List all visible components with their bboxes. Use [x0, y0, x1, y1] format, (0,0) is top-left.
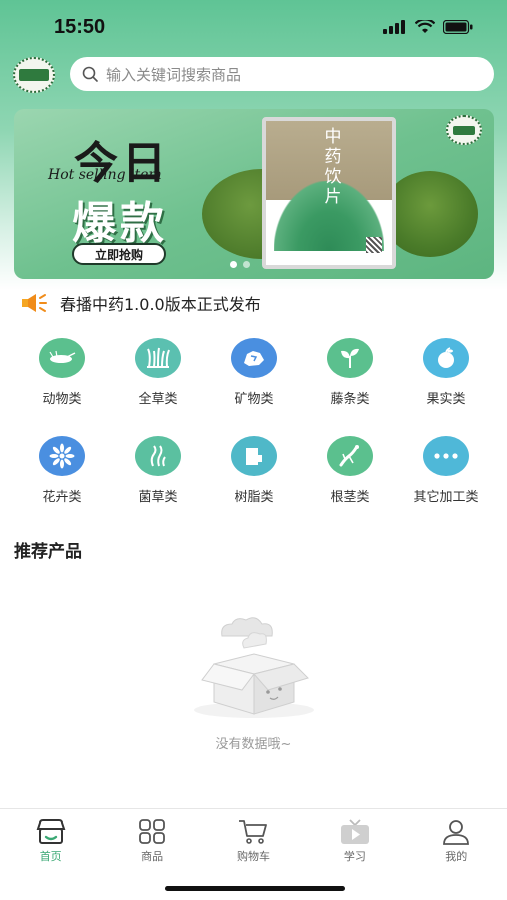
tab-label: 购物车: [236, 850, 270, 863]
status-time: 15:50: [54, 16, 106, 38]
app-logo: [13, 57, 55, 93]
package-label: 中药饮片: [324, 127, 342, 207]
category-grid: 动物类 全草类 矿物类 藤条类 果实类 花卉类 菌草类 树脂类 根茎类 其它加工…: [14, 338, 494, 514]
category-resin[interactable]: 树脂类: [206, 436, 302, 514]
seaweed-icon: [135, 436, 181, 476]
battery-icon: [443, 20, 473, 34]
category-label: 藤条类: [330, 392, 370, 407]
empty-state-text: 没有数据哦~: [215, 737, 292, 752]
resin-icon: [231, 436, 277, 476]
category-mineral[interactable]: 矿物类: [206, 338, 302, 416]
home-icon: [36, 819, 66, 844]
herb-pile-image: [382, 171, 478, 257]
brand-badge-icon: [446, 115, 482, 145]
buy-now-button[interactable]: 立即抢购: [72, 243, 166, 265]
signal-icon: [383, 20, 405, 34]
category-other-processed[interactable]: 其它加工类: [398, 436, 494, 514]
banner-pagination: [230, 261, 250, 268]
tab-label: 我的: [445, 850, 468, 863]
empty-box-icon: [194, 617, 314, 718]
tab-label: 首页: [39, 850, 62, 863]
category-label: 果实类: [426, 392, 466, 407]
category-vine[interactable]: 藤条类: [302, 338, 398, 416]
flower-icon: [39, 436, 85, 476]
status-bar: 15:50: [0, 0, 507, 54]
category-label: 矿物类: [234, 392, 274, 407]
category-label: 花卉类: [42, 490, 82, 505]
category-label: 其它加工类: [413, 490, 479, 505]
category-animal[interactable]: 动物类: [14, 338, 110, 416]
tab-cart[interactable]: 购物车: [213, 819, 293, 864]
category-flower[interactable]: 花卉类: [14, 436, 110, 514]
mineral-icon: [231, 338, 277, 378]
megaphone-icon: [22, 294, 47, 312]
ginseng-icon: [327, 436, 373, 476]
category-root[interactable]: 根茎类: [302, 436, 398, 514]
banner-subtitle: Hot selling item: [48, 167, 162, 183]
pagination-dot[interactable]: [230, 261, 237, 268]
grass-icon: [135, 338, 181, 378]
search-icon: [82, 66, 98, 82]
section-title: 推荐产品: [14, 542, 82, 562]
tab-products[interactable]: 商品: [112, 819, 192, 864]
category-label: 全草类: [138, 392, 178, 407]
status-icons: [383, 20, 473, 34]
tab-home[interactable]: 首页: [11, 819, 91, 864]
category-label: 菌草类: [138, 490, 178, 505]
home-page: 15:50 输入关键词搜索商品 今日 Hot selling item 爆款 立…: [0, 0, 507, 900]
tab-profile[interactable]: 我的: [416, 819, 496, 864]
category-whole-herb[interactable]: 全草类: [110, 338, 206, 416]
announcement-text: 春播中药1.0.0版本正式发布: [60, 295, 261, 314]
cart-icon: [239, 820, 268, 844]
qr-code-icon: [366, 237, 382, 253]
category-label: 动物类: [42, 392, 82, 407]
home-indicator[interactable]: [165, 886, 345, 891]
tab-learning[interactable]: 学习: [315, 819, 395, 864]
animal-icon: [39, 338, 85, 378]
category-fruit[interactable]: 果实类: [398, 338, 494, 416]
category-label: 根茎类: [330, 490, 370, 505]
announcement-bar[interactable]: 春播中药1.0.0版本正式发布: [20, 290, 261, 316]
user-icon: [443, 820, 470, 845]
product-package-image: 中药饮片: [262, 117, 396, 269]
tab-label: 商品: [141, 850, 164, 863]
fruit-icon: [423, 338, 469, 378]
category-fungus[interactable]: 菌草类: [110, 436, 206, 514]
search-placeholder: 输入关键词搜索商品: [106, 65, 242, 84]
sprout-icon: [327, 338, 373, 378]
category-label: 树脂类: [234, 490, 274, 505]
promo-banner[interactable]: 今日 Hot selling item 爆款 立即抢购 中药饮片: [14, 109, 494, 279]
banner-title-line2: 爆款: [72, 198, 168, 249]
video-icon: [340, 819, 369, 844]
pagination-dot[interactable]: [243, 261, 250, 268]
wifi-icon: [415, 20, 435, 33]
search-bar[interactable]: 输入关键词搜索商品: [70, 57, 494, 91]
more-icon: [423, 436, 469, 476]
grid-icon: [139, 819, 165, 844]
tab-label: 学习: [343, 850, 366, 863]
